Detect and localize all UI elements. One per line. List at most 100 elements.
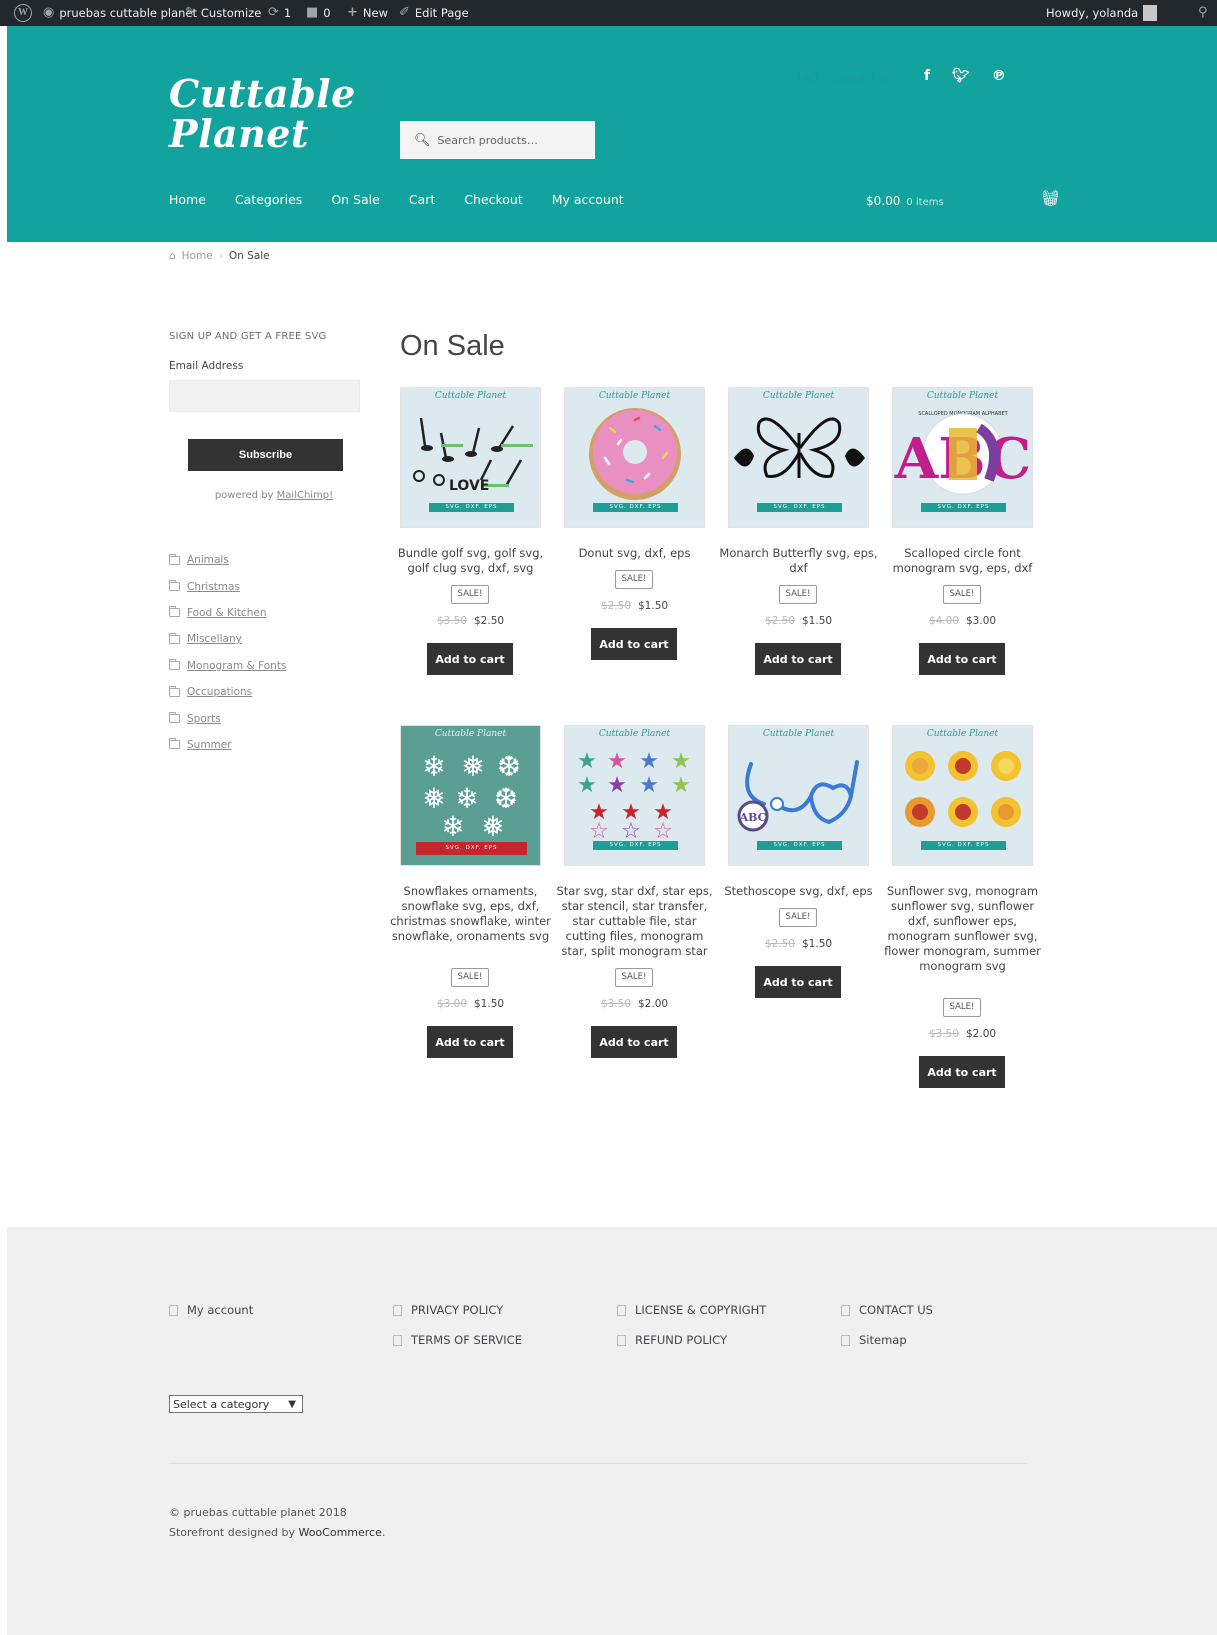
sale-badge: SALE! <box>779 585 817 604</box>
designed-by: Storefront designed by WooCommerce. <box>169 1523 385 1543</box>
nav-cart[interactable]: Cart <box>409 192 435 207</box>
mailchimp-link[interactable]: MailChimp! <box>277 490 334 501</box>
product-name[interactable]: Bundle golf svg, golf svg, golf clug svg… <box>388 546 553 576</box>
old-price: $3.50 <box>600 998 631 1010</box>
admin-new[interactable]: + New <box>347 0 388 26</box>
admin-account[interactable]: Howdy, yolanda <box>1046 0 1158 26</box>
product-image[interactable]: Cuttable Planet ❄ ❅ ❆ ❅ ❄ ❆ ❄ ❅ SVG. DXF. EPS <box>400 725 541 866</box>
add-to-cart-button[interactable]: Add to cart <box>755 643 841 675</box>
product-name[interactable]: Stethoscope svg, dxf, eps <box>716 884 881 899</box>
product-name[interactable]: Star svg, star dxf, star eps, star stenc… <box>552 884 717 959</box>
add-to-cart-button[interactable]: Add to cart <box>755 966 841 998</box>
nav-home[interactable]: Home <box>169 192 206 207</box>
email-field[interactable] <box>169 380 360 412</box>
product-name[interactable]: Sunflower svg, monogram sunflower svg, s… <box>880 884 1045 974</box>
footer-link-my-account[interactable]: My account <box>169 1303 253 1317</box>
sale-badge: SALE! <box>615 570 653 589</box>
product-name[interactable]: Snowflakes ornaments, snowflake svg, eps… <box>388 884 553 944</box>
footer-link-refund[interactable]: REFUND POLICY <box>617 1333 727 1347</box>
category-item[interactable]: Miscellany <box>169 626 286 652</box>
footer-link-privacy[interactable]: PRIVACY POLICY <box>393 1303 503 1317</box>
footer-link-terms[interactable]: TERMS OF SERVICE <box>393 1333 522 1347</box>
category-label: Food & Kitchen <box>187 606 267 619</box>
admin-edit-page[interactable]: ✐ Edit Page <box>399 0 469 26</box>
category-item[interactable]: Animals <box>169 547 286 573</box>
category-label: Summer <box>187 738 232 751</box>
admin-site-name-label: pruebas cuttable planet <box>59 6 198 20</box>
admin-greeting: Howdy, yolanda <box>1046 6 1139 20</box>
page-icon <box>393 1334 402 1346</box>
updates-icon: ⟳ <box>268 5 279 20</box>
subscribe-button[interactable]: Subscribe <box>188 439 343 471</box>
page-title: On Sale <box>400 330 505 362</box>
footer-credits: © pruebas cuttable planet 2018 Storefron… <box>169 1503 385 1543</box>
add-to-cart-button[interactable]: Add to cart <box>427 1026 513 1058</box>
social-links: f 🐦︎ ℗ <box>924 68 1006 84</box>
thumb-love-text: LOVE <box>449 478 489 494</box>
add-to-cart-button[interactable]: Add to cart <box>427 643 513 675</box>
category-item[interactable]: Summer <box>169 732 286 758</box>
admin-site-name[interactable]: ◉ pruebas cuttable planet <box>43 0 197 26</box>
product-name[interactable]: Donut svg, dxf, eps <box>552 546 717 561</box>
page-frame: Cuttable Planet 🔍︎ Search products… FAQ … <box>7 26 1217 1635</box>
product-image[interactable]: Cuttable Planet SVG. DXF. EPS <box>564 387 705 528</box>
svg-text:❅: ❅ <box>481 810 504 843</box>
product-image[interactable]: Cuttable Planet SVG. DXF. EPS <box>892 725 1033 866</box>
add-to-cart-button[interactable]: Add to cart <box>919 1056 1005 1088</box>
footer-link-license[interactable]: LICENSE & COPYRIGHT <box>617 1303 766 1317</box>
category-item[interactable]: Christmas <box>169 573 286 599</box>
woocommerce-link[interactable]: WooCommerce <box>298 1526 381 1539</box>
site-logo[interactable]: Cuttable Planet <box>169 74 356 154</box>
sale-price: $1.50 <box>802 938 833 950</box>
nav-on-sale[interactable]: On Sale <box>331 192 380 207</box>
category-item[interactable]: Sports <box>169 705 286 731</box>
admin-search-icon[interactable]: ⚲ <box>1198 0 1208 26</box>
sale-badge: SALE! <box>615 968 653 987</box>
facebook-icon[interactable]: f <box>924 68 930 84</box>
product-image[interactable]: Cuttable Planet LOVE SVG. DXF. EPS <box>400 387 541 528</box>
twitter-icon[interactable]: 🐦︎ <box>952 68 970 84</box>
nav-my-account[interactable]: My account <box>552 192 624 207</box>
product-image[interactable]: Cuttable Planet SVG. DXF. EPS <box>728 387 869 528</box>
svg-text:❅: ❅ <box>461 750 484 783</box>
add-to-cart-button[interactable]: Add to cart <box>919 643 1005 675</box>
wordpress-logo-icon[interactable]: W <box>14 0 32 26</box>
admin-updates-count: 1 <box>283 6 292 20</box>
basket-icon[interactable]: 🧺︎ <box>1041 189 1060 207</box>
secondary-nav-faq[interactable]: FAQ <box>797 72 818 85</box>
footer-link-sitemap[interactable]: Sitemap <box>841 1333 907 1347</box>
admin-updates[interactable]: ⟳ 1 <box>268 0 291 26</box>
add-to-cart-button[interactable]: Add to cart <box>591 1026 677 1058</box>
footer-link-label: REFUND POLICY <box>635 1333 728 1347</box>
admin-customize[interactable]: ✎ Customize <box>185 0 261 26</box>
pinterest-icon[interactable]: ℗ <box>992 68 1006 84</box>
cart-summary[interactable]: $0.00 0 items <box>866 194 944 208</box>
search-icon: 🔍︎ <box>414 132 431 148</box>
plus-icon: + <box>347 5 358 20</box>
category-item[interactable]: Occupations <box>169 679 286 705</box>
search-input[interactable]: Search products… <box>438 134 538 147</box>
category-select[interactable]: Select a category ▼ <box>169 1395 303 1413</box>
product-image[interactable]: Cuttable Planet ABC SVG. DXF. EPS <box>728 725 869 866</box>
breadcrumb-home[interactable]: Home <box>182 250 213 262</box>
product-image[interactable]: Cuttable Planet SCALLOPED MONOGRAM ALPHA… <box>892 387 1033 528</box>
product-name[interactable]: Scalloped circle font monogram svg, eps,… <box>880 546 1045 576</box>
add-to-cart-button[interactable]: Add to cart <box>591 628 677 660</box>
nav-categories[interactable]: Categories <box>235 192 302 207</box>
svg-text:★: ★ <box>577 749 597 774</box>
product-image[interactable]: Cuttable Planet ★ ★ ★ ★ ★ ★ ★ ★ ★ ★ ★ ☆ ☆ ☆ SVG. D… <box>564 725 705 866</box>
folder-icon <box>169 659 180 671</box>
footer-link-contact[interactable]: CONTACT US <box>841 1303 933 1317</box>
product-name[interactable]: Monarch Butterfly svg, eps, dxf <box>716 546 881 576</box>
category-item[interactable]: Monogram & Fonts <box>169 653 286 679</box>
brush-icon: ✎ <box>185 5 196 20</box>
product-search[interactable]: 🔍︎ Search products… <box>400 121 595 159</box>
home-icon: ⌂ <box>169 250 176 262</box>
svg-text:★: ★ <box>607 773 627 798</box>
nav-checkout[interactable]: Checkout <box>464 192 522 207</box>
secondary-nav-contact[interactable]: Contact us <box>832 72 891 85</box>
sale-badge: SALE! <box>943 585 981 604</box>
category-item[interactable]: Food & Kitchen <box>169 600 286 626</box>
admin-comments[interactable]: ■ 0 <box>306 0 331 26</box>
avatar <box>1143 5 1158 21</box>
